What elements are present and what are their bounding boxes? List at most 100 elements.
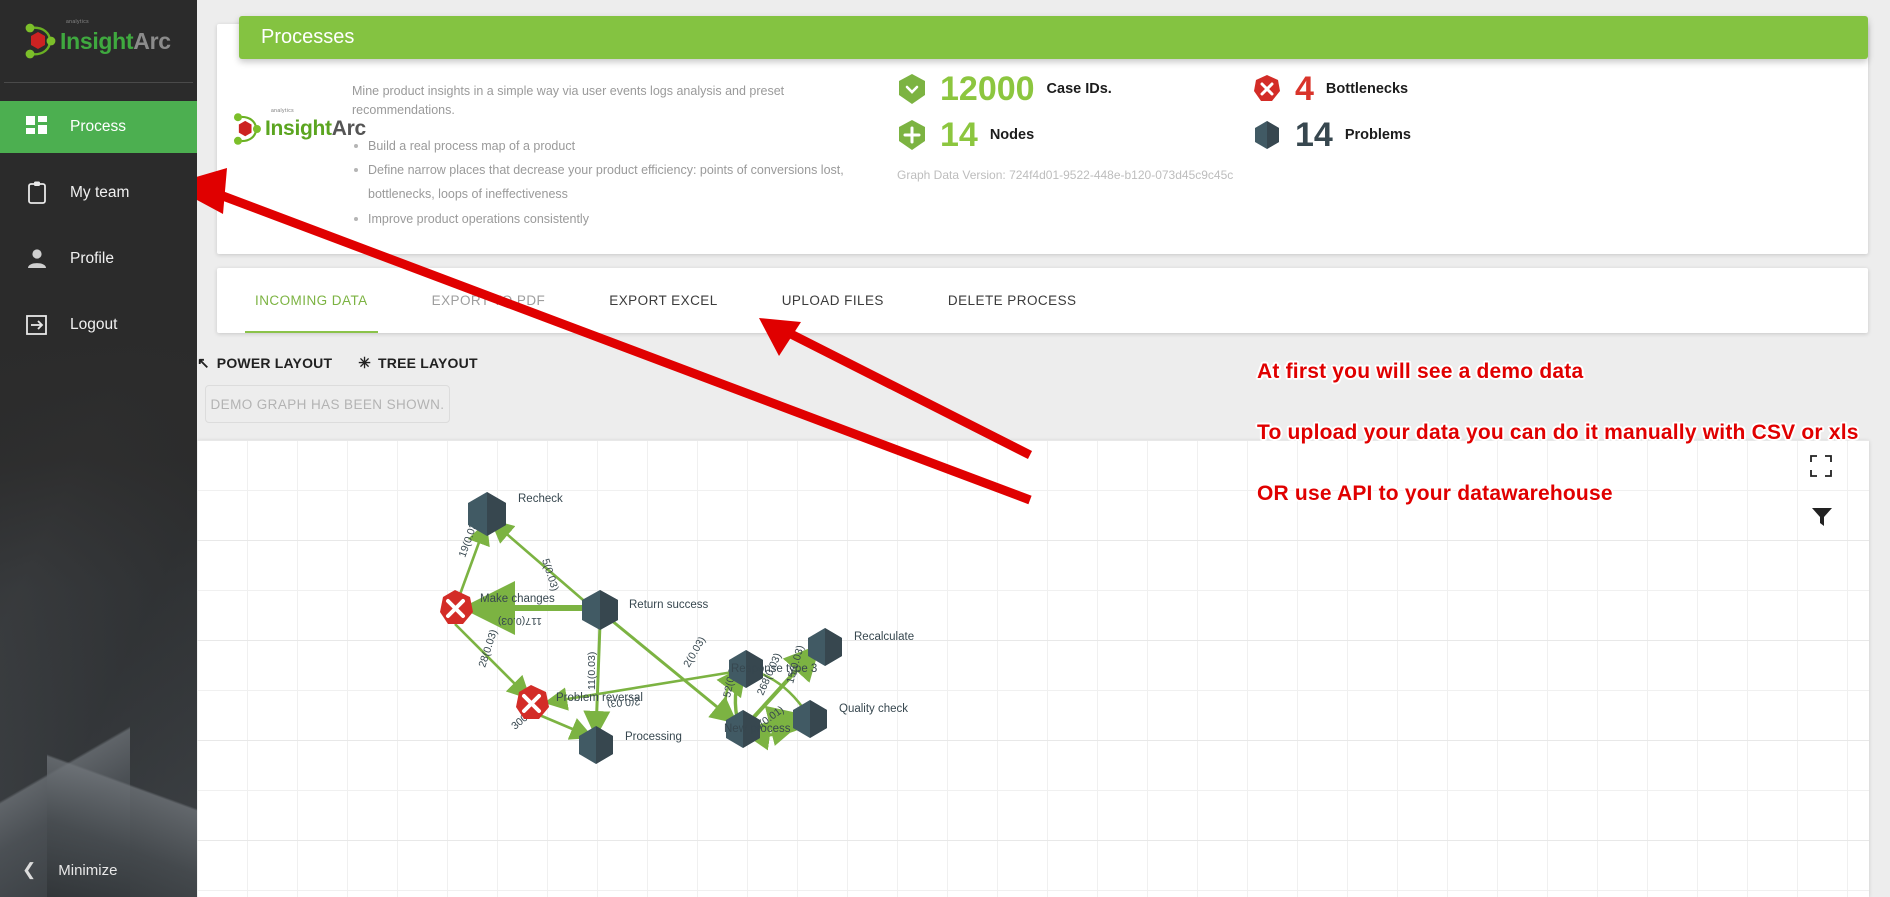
brand-superscript: analytics <box>66 18 90 25</box>
brand-name-first: Insight <box>60 27 134 54</box>
graph-node-recheck[interactable]: Recheck <box>468 492 563 536</box>
info-brand-logo: analytics InsightArc <box>227 108 366 148</box>
node-label: Response type 3 <box>731 663 817 675</box>
stat-label: Problems <box>1344 127 1411 143</box>
graph-node-processing[interactable]: Processing <box>579 726 682 764</box>
logout-icon <box>24 312 50 338</box>
page-title: Processes <box>261 26 355 48</box>
node-label: Recheck <box>518 493 563 505</box>
tab-export-to-pdf[interactable]: EXPORT TO PDF <box>422 268 556 333</box>
node-label: Return success <box>629 599 709 611</box>
sidebar-background-photo <box>0 337 197 897</box>
annotation-demo-data: At first you will see a demo data <box>1257 360 1584 383</box>
info-bullet: Improve product operations consistently <box>352 207 872 231</box>
layout-button-group: ↖ POWER LAYOUT ✳ TREE LAYOUT <box>197 355 504 371</box>
stat-value: 4 <box>1295 70 1314 108</box>
hexagon-x-icon <box>1252 73 1282 105</box>
sidebar-item-process[interactable]: Process <box>0 101 197 153</box>
node-label: New process <box>724 723 791 735</box>
process-graph-svg: 19(0.03) 5(0.03) 117(0.03) 28(0.03) 11(0… <box>440 492 914 764</box>
tab-bar: INCOMING DATA EXPORT TO PDF EXPORT EXCEL… <box>217 268 1868 333</box>
sidebar-item-my-team[interactable]: My team <box>0 167 197 219</box>
info-bullet-list: Build a real process map of a product De… <box>352 134 872 232</box>
tab-label: EXPORT TO PDF <box>431 293 546 308</box>
graph-node-quality-check[interactable]: Quality check <box>793 700 908 738</box>
graph-version-label: Graph Data Version: <box>897 168 1006 182</box>
annotation-api: OR use API to your datawarehouse <box>1257 482 1613 505</box>
graph-node-recalculate[interactable]: Recalculate <box>808 628 914 666</box>
stats-panel: 12000 Case IDs. 4 Bottlenecks 14 Nodes 1… <box>897 72 1827 182</box>
graph-version-value: 724f4d01-9522-448e-b120-073d45c9c45c <box>1009 168 1234 182</box>
tree-layout-button[interactable]: ✳ TREE LAYOUT <box>358 355 477 371</box>
tabs-card: INCOMING DATA EXPORT TO PDF EXPORT EXCEL… <box>217 268 1868 333</box>
power-layout-label: POWER LAYOUT <box>216 355 333 371</box>
tab-label: DELETE PROCESS <box>947 293 1077 308</box>
stat-label: Case IDs. <box>1046 81 1112 97</box>
info-bullet: Build a real process map of a product <box>352 134 872 158</box>
sidebar-item-label: My team <box>70 184 130 201</box>
arrow-up-left-icon: ↖ <box>197 354 210 372</box>
edge-label: 117(0.03) <box>498 615 542 627</box>
stat-value: 14 <box>940 116 978 154</box>
sidebar-item-profile[interactable]: Profile <box>0 233 197 285</box>
node-label: Recalculate <box>854 631 914 643</box>
edge-label: 2(0.03) <box>681 635 708 670</box>
tab-incoming-data[interactable]: INCOMING DATA <box>245 268 378 333</box>
graph-data-version: Graph Data Version: 724f4d01-9522-448e-b… <box>897 168 1827 182</box>
fullscreen-icon[interactable] <box>1809 454 1833 478</box>
arrow-to-upload-files <box>759 318 1033 460</box>
info-lead-text: Mine product insights in a simple way vi… <box>352 84 785 117</box>
brand-name-first: Insight <box>265 117 332 140</box>
tab-label: EXPORT EXCEL <box>609 293 718 308</box>
process-graph-canvas[interactable]: 19(0.03) 5(0.03) 117(0.03) 28(0.03) 11(0… <box>197 440 1869 897</box>
app-root: analytics InsightArc Process My team Pro… <box>0 0 1890 897</box>
sidebar-item-label: Profile <box>70 250 114 267</box>
stats-row: 12000 Case IDs. 4 Bottlenecks <box>897 72 1827 106</box>
minimize-button[interactable]: ❮ Minimize <box>0 843 197 897</box>
grid-icon <box>24 114 50 140</box>
chevron-left-icon: ❮ <box>22 860 37 879</box>
tab-export-excel[interactable]: EXPORT EXCEL <box>599 268 727 333</box>
stat-case-ids: 12000 Case IDs. <box>897 72 1252 106</box>
tab-label: UPLOAD FILES <box>781 293 884 308</box>
edge-label: 5(0.03) <box>539 557 561 592</box>
sidebar-item-label: Logout <box>70 316 118 333</box>
stats-row: 14 Nodes 14 Problems <box>897 118 1827 152</box>
stat-nodes: 14 Nodes <box>897 118 1252 152</box>
clipboard-icon <box>24 180 50 206</box>
person-icon <box>24 246 50 272</box>
stat-value: 12000 <box>940 70 1035 108</box>
filter-icon[interactable] <box>1811 506 1833 528</box>
main-content: Processes analytics InsightArc Mine produ… <box>197 0 1890 897</box>
brand-wordmark: analytics InsightArc <box>60 19 171 55</box>
sidebar: analytics InsightArc Process My team Pro… <box>0 0 197 897</box>
tab-upload-files[interactable]: UPLOAD FILES <box>772 268 894 333</box>
insightarc-logo-icon <box>227 110 267 148</box>
sidebar-divider <box>4 82 193 83</box>
brand-name-second: Arc <box>133 27 171 54</box>
node-label: Problem reversal <box>556 692 643 704</box>
hexagon-chevron-down-icon <box>897 73 927 105</box>
stat-problems: 14 Problems <box>1252 118 1411 152</box>
power-layout-button[interactable]: ↖ POWER LAYOUT <box>197 355 332 371</box>
brand-logo[interactable]: analytics InsightArc <box>0 0 197 82</box>
info-bullet: Define narrow places that decrease your … <box>352 158 872 207</box>
node-label: Processing <box>625 731 682 743</box>
node-label: Quality check <box>839 703 908 715</box>
brand-wordmark: analytics InsightArc <box>265 108 366 141</box>
hexagon-icon <box>1252 119 1282 151</box>
stat-bottlenecks: 4 Bottlenecks <box>1252 72 1408 106</box>
page-header-banner: Processes <box>239 16 1868 59</box>
demo-graph-status-button[interactable]: DEMO GRAPH HAS BEEN SHOWN. <box>205 385 450 423</box>
sidebar-item-logout[interactable]: Logout <box>0 299 197 351</box>
brand-superscript: analytics <box>271 108 295 114</box>
demo-graph-status-label: DEMO GRAPH HAS BEEN SHOWN. <box>210 396 445 412</box>
stat-label: Bottlenecks <box>1325 81 1409 97</box>
annotation-upload-csv: To upload your data you can do it manual… <box>1257 421 1859 444</box>
insightarc-logo-icon <box>18 20 62 62</box>
hexagon-plus-icon <box>897 119 927 151</box>
node-label: Make changes <box>480 593 555 605</box>
graph-node-return-success[interactable]: Return success <box>582 590 709 630</box>
sidebar-item-label: Process <box>70 118 126 135</box>
tab-delete-process[interactable]: DELETE PROCESS <box>938 268 1087 333</box>
